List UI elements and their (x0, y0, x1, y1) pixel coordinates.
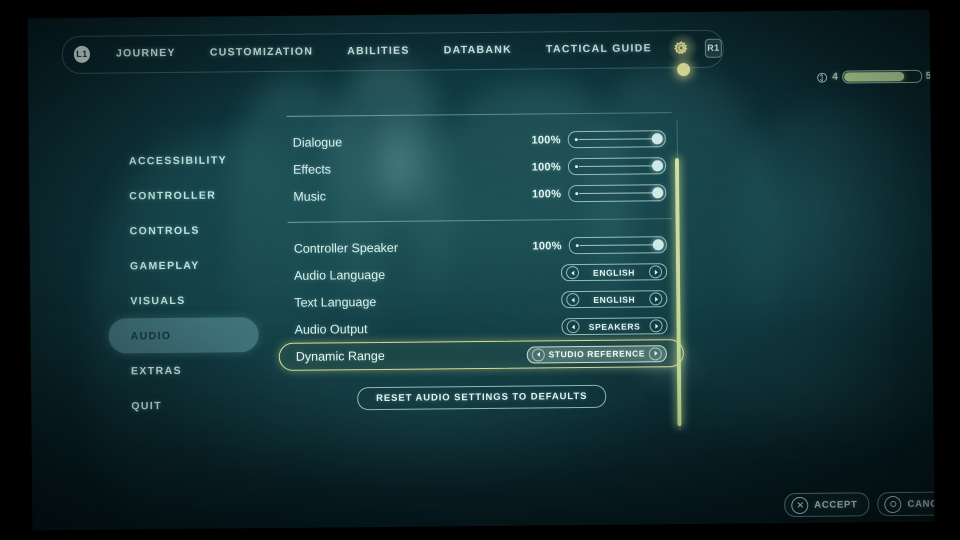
game-settings-screen: L1 JOURNEY CUSTOMIZATION ABILITIES DATAB… (0, 0, 960, 540)
setting-label: Audio Output (294, 321, 368, 337)
accept-button[interactable]: ACCEPT (784, 492, 870, 518)
slider-track (579, 165, 654, 168)
chooser-value: SPEAKERS (588, 320, 641, 332)
setting-row-text-language[interactable]: Text Language ENGLISH (288, 285, 673, 316)
setting-row-effects[interactable]: Effects 100% (287, 152, 672, 183)
chevron-left-icon[interactable] (531, 347, 545, 362)
slider-track (579, 192, 654, 195)
slider-min-dot (575, 244, 579, 248)
setting-label: Audio Language (293, 267, 386, 283)
controller-speaker-slider[interactable] (568, 236, 667, 255)
dynamic-range-chooser[interactable]: STUDIO REFERENCE (526, 344, 667, 364)
sidebar-item-quit[interactable]: QUIT (109, 387, 259, 423)
setting-value: 100% (531, 133, 561, 147)
chooser-value: ENGLISH (593, 294, 636, 305)
setting-value: 100% (531, 187, 562, 201)
meter-fill (843, 71, 905, 82)
audio-settings-list: Dialogue 100% Effects 100% Music 100% Co… (278, 112, 684, 371)
slider-min-dot (575, 192, 579, 196)
slider-min-dot (574, 165, 579, 169)
meter-bar[interactable] (841, 69, 922, 84)
chevron-left-icon[interactable] (566, 293, 580, 307)
setting-label: Music (293, 188, 327, 204)
cross-button-icon (791, 496, 809, 514)
tab-settings[interactable] (666, 31, 700, 77)
settings-sidebar: ACCESSIBILITY CONTROLLER CONTROLS GAMEPL… (107, 142, 260, 423)
meter-current-value: 4 (832, 71, 838, 83)
chevron-right-icon[interactable] (649, 292, 663, 306)
setting-label: Dynamic Range (295, 348, 385, 364)
tab-abilities[interactable]: ABILITIES (347, 45, 410, 58)
chevron-left-icon[interactable] (566, 320, 580, 334)
gear-icon (674, 40, 688, 54)
sidebar-item-gameplay[interactable]: GAMEPLAY (108, 247, 258, 283)
audio-language-chooser[interactable]: ENGLISH (560, 263, 668, 282)
brightness-icon (817, 72, 828, 83)
audio-output-chooser[interactable]: SPEAKERS (561, 317, 668, 336)
setting-value: 100% (531, 160, 562, 174)
circle-button-icon (884, 495, 902, 513)
r1-bumper-badge[interactable]: R1 (704, 38, 722, 58)
cancel-button[interactable]: CANCEL (877, 491, 935, 517)
meter-max-value: 5 (925, 70, 932, 82)
chevron-right-icon[interactable] (648, 346, 662, 360)
setting-label: Dialogue (292, 134, 343, 150)
setting-row-audio-language[interactable]: Audio Language ENGLISH (288, 258, 673, 289)
text-language-chooser[interactable]: ENGLISH (561, 290, 668, 309)
chooser-value: STUDIO REFERENCE (548, 348, 646, 360)
setting-label: Effects (292, 161, 332, 177)
tab-databank[interactable]: DATABANK (444, 44, 512, 57)
slider-knob[interactable] (651, 133, 663, 145)
tab-customization[interactable]: CUSTOMIZATION (210, 46, 314, 59)
setting-label: Text Language (294, 294, 377, 310)
setting-label: Controller Speaker (293, 240, 399, 256)
setting-row-music[interactable]: Music 100% (287, 179, 672, 210)
setting-row-audio-output[interactable]: Audio Output SPEAKERS (288, 312, 673, 343)
sidebar-item-controls[interactable]: CONTROLS (107, 212, 257, 248)
music-slider[interactable] (568, 184, 667, 203)
tab-tactical-guide[interactable]: TACTICAL GUIDE (546, 42, 652, 55)
slider-knob[interactable] (652, 239, 664, 251)
effects-slider[interactable] (567, 157, 667, 176)
chevron-left-icon[interactable] (565, 266, 580, 280)
sidebar-item-audio[interactable]: AUDIO (108, 317, 259, 354)
chooser-value: ENGLISH (592, 267, 636, 278)
slider-track (578, 138, 653, 141)
tab-journey[interactable]: JOURNEY (116, 47, 176, 60)
setting-row-dynamic-range[interactable]: Dynamic Range STUDIO REFERENCE (278, 339, 684, 371)
top-nav-tabs: L1 JOURNEY CUSTOMIZATION ABILITIES DATAB… (62, 30, 722, 77)
slider-knob[interactable] (651, 160, 664, 172)
setting-row-controller-speaker[interactable]: Controller Speaker 100% (288, 231, 673, 262)
sidebar-item-accessibility[interactable]: ACCESSIBILITY (107, 142, 257, 178)
accept-label: ACCEPT (814, 498, 858, 511)
action-buttons: ACCEPT CANCEL (784, 491, 935, 518)
setting-row-dialogue[interactable]: Dialogue 100% (287, 125, 672, 156)
reset-audio-settings-button[interactable]: RESET AUDIO SETTINGS TO DEFAULTS (356, 384, 607, 411)
slider-track (579, 244, 654, 247)
chevron-right-icon[interactable] (649, 319, 663, 333)
setting-value: 100% (532, 239, 562, 253)
l1-bumper-badge[interactable]: L1 (73, 45, 91, 63)
slider-knob[interactable] (652, 187, 664, 199)
display-panel: L1 JOURNEY CUSTOMIZATION ABILITIES DATAB… (27, 9, 935, 531)
slider-min-dot (574, 138, 578, 142)
sidebar-item-visuals[interactable]: VISUALS (108, 282, 258, 318)
dialogue-slider[interactable] (567, 130, 666, 149)
chevron-right-icon[interactable] (648, 265, 663, 279)
sidebar-item-extras[interactable]: EXTRAS (109, 352, 259, 388)
settings-selected-indicator (677, 62, 691, 77)
sidebar-item-controller[interactable]: CONTROLLER (107, 177, 257, 213)
reset-button-container: RESET AUDIO SETTINGS TO DEFAULTS (289, 384, 674, 411)
cancel-label: CANCEL (907, 497, 935, 510)
level-meter[interactable]: 4 5 (816, 69, 932, 84)
